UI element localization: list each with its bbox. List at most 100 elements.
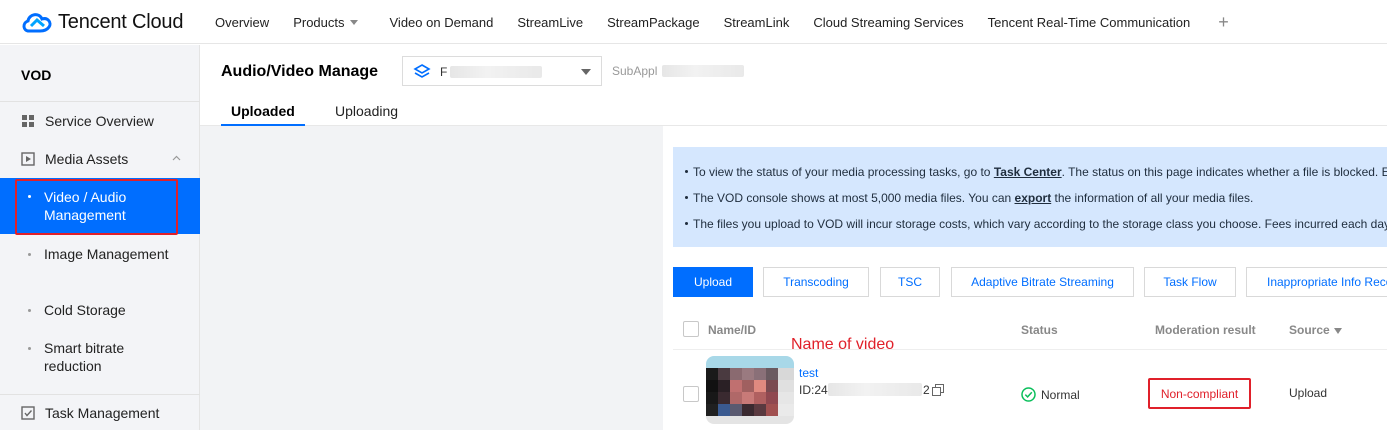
transcoding-button[interactable]: Transcoding [763, 267, 869, 297]
thumb-pixel [778, 392, 794, 404]
app-select-value: F [440, 65, 448, 79]
sidebar-item-label: Media Assets [45, 151, 129, 167]
sidebar-item-smart-bitrate-reduction[interactable]: Smart bitrate reduction [0, 339, 200, 375]
bullet-dot [685, 196, 688, 199]
video-name-link[interactable]: test [799, 366, 818, 380]
nav-products[interactable]: Products [293, 14, 358, 30]
sidebar-divider [0, 101, 200, 102]
thumb-pixel [706, 368, 718, 380]
annotation-label: Name of video [791, 336, 895, 353]
inappropriate-info-button[interactable]: Inappropriate Info Reco [1246, 267, 1387, 297]
thumb-pixel [730, 404, 742, 416]
moderation-result: Non-compliant [1148, 378, 1251, 409]
top-navigation-bar: Tencent Cloud Overview Products Video on… [0, 0, 1387, 44]
thumb-pixel [706, 392, 718, 404]
thumb-pixel [754, 392, 766, 404]
notice-text: To view the status of your media process… [693, 165, 994, 179]
task-center-link[interactable]: Task Center [994, 165, 1062, 179]
thumb-pixel [766, 392, 778, 404]
thumb-pixel [766, 404, 778, 416]
nav-streamlive[interactable]: StreamLive [517, 15, 583, 30]
tencent-cloud-logo[interactable]: Tencent Cloud [20, 8, 183, 36]
export-link[interactable]: export [1015, 191, 1052, 205]
video-id-suffix: 2 [923, 383, 930, 397]
sidebar-item-cold-storage[interactable]: Cold Storage [0, 301, 200, 321]
bullet-dot [28, 347, 31, 350]
table-header: Name/ID Status Moderation result Source [673, 308, 1387, 350]
video-id-prefix: ID:24 [799, 383, 828, 397]
thumb-pixel [718, 392, 730, 404]
sidebar-item-service-overview[interactable]: Service Overview [0, 111, 200, 131]
nav-streamlink[interactable]: StreamLink [724, 15, 790, 30]
nav-overview[interactable]: Overview [215, 15, 269, 30]
filter-icon[interactable] [1333, 327, 1342, 334]
nav-streampackage[interactable]: StreamPackage [607, 15, 700, 30]
bullet-dot [28, 309, 31, 312]
redacted-video-id [828, 383, 922, 396]
cloud-logo-icon [22, 13, 52, 33]
sidebar-item-media-assets[interactable]: Media Assets [0, 149, 200, 169]
adaptive-bitrate-streaming-button[interactable]: Adaptive Bitrate Streaming [951, 267, 1134, 297]
nav-cloud-streaming-services[interactable]: Cloud Streaming Services [813, 15, 963, 30]
thumb-pixel [754, 368, 766, 380]
thumb-pixel [778, 404, 794, 416]
column-moderation-result: Moderation result [1155, 323, 1256, 337]
notice-line-1: To view the status of your media process… [693, 165, 1387, 179]
copy-icon[interactable] [932, 384, 944, 396]
notice-text: . The status on this page indicates whet… [1061, 165, 1387, 179]
thumb-pixel [718, 368, 730, 380]
tsc-button[interactable]: TSC [880, 267, 940, 297]
thumb-pixel [730, 392, 742, 404]
subapp-label: SubAppl [612, 64, 658, 78]
status-badge: Normal [1021, 387, 1080, 402]
logo-text: Tencent Cloud [58, 10, 184, 33]
app-select[interactable]: F [402, 56, 602, 86]
check-circle-icon [1021, 387, 1036, 402]
checklist-icon [21, 406, 35, 420]
source-value: Upload [1289, 386, 1328, 400]
chevron-up-icon [172, 155, 181, 161]
sidebar-item-label: Image Management [44, 246, 169, 262]
tab-uploaded[interactable]: Uploaded [231, 103, 295, 119]
page-title: Audio/Video Manage [221, 63, 379, 80]
chevron-down-icon [581, 69, 591, 75]
sidebar-item-image-management[interactable]: Image Management [0, 245, 200, 281]
nav-trtc[interactable]: Tencent Real-Time Communication [988, 15, 1191, 30]
sidebar: VOD Service Overview Media Assets Video … [0, 45, 200, 430]
thumb-pixel [742, 368, 754, 380]
thumb-pixel [706, 380, 718, 392]
sidebar-item-label: Smart bitrate reduction [44, 340, 125, 374]
notice-text: the information of all your media files. [1051, 191, 1254, 205]
thumb-pixel [706, 404, 718, 416]
notice-line-2: The VOD console shows at most 5,000 medi… [693, 191, 1253, 205]
nav-products-label: Products [293, 14, 345, 30]
thumb-pixel [706, 356, 794, 368]
thumb-pixel [778, 368, 794, 380]
info-notice: To view the status of your media process… [673, 147, 1387, 247]
thumb-pixel [718, 404, 730, 416]
layers-icon [413, 64, 431, 78]
upload-button[interactable]: Upload [673, 267, 753, 297]
thumb-pixel [730, 368, 742, 380]
column-source[interactable]: Source [1289, 323, 1342, 337]
bullet-dot [685, 222, 688, 225]
sidebar-item-task-management[interactable]: Task Management [0, 403, 200, 423]
play-square-icon [21, 152, 35, 166]
sidebar-title: VOD [21, 67, 52, 83]
thumb-pixel [742, 380, 754, 392]
task-flow-button[interactable]: Task Flow [1144, 267, 1236, 297]
tab-uploading[interactable]: Uploading [335, 103, 398, 119]
thumb-pixel [718, 380, 730, 392]
add-nav-icon[interactable]: + [1218, 12, 1229, 33]
nav-video-on-demand[interactable]: Video on Demand [390, 15, 494, 30]
sidebar-item-label: Task Management [45, 405, 160, 421]
bullet-dot [28, 253, 31, 256]
top-nav: Overview Products Video on Demand Stream… [215, 0, 1253, 44]
column-source-label: Source [1289, 323, 1330, 337]
column-name-id: Name/ID [708, 323, 757, 337]
thumb-pixel [742, 404, 754, 416]
grid-icon [22, 115, 34, 127]
select-all-checkbox[interactable] [683, 321, 699, 337]
row-checkbox[interactable] [683, 386, 699, 402]
video-thumbnail[interactable] [706, 356, 794, 424]
